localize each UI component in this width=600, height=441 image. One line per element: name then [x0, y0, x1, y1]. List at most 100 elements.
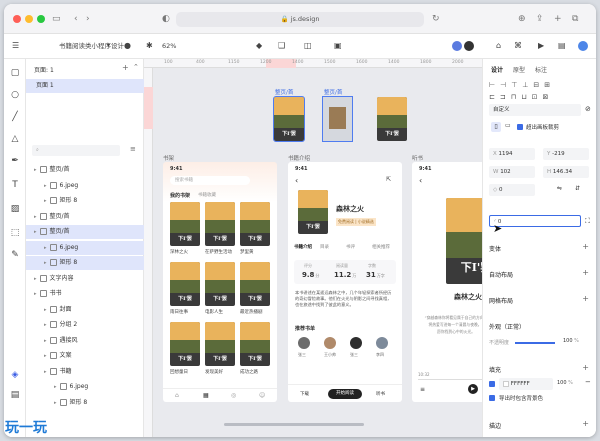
layer-row[interactable]: ▸ 6.jpeg [26, 179, 144, 193]
tab-prototype[interactable]: 原型 [513, 65, 525, 74]
new-tab-icon[interactable]: + [554, 12, 562, 26]
assets-panel-icon[interactable]: ▤ [9, 389, 21, 401]
text-tool-icon[interactable]: T [9, 179, 21, 191]
expand-arrow-icon[interactable]: ▸ [34, 214, 37, 220]
shelf-book-cover[interactable]: 下I'罢 [240, 262, 270, 306]
expand-arrow-icon[interactable]: ▸ [44, 260, 47, 266]
x-field[interactable]: X 1194 [489, 148, 535, 160]
audio-back-icon[interactable]: ‹ [419, 176, 422, 185]
shelf-book-cover[interactable]: 下I'罢 [240, 322, 270, 366]
layer-row[interactable]: ▸ 整页/首 [26, 210, 144, 224]
brush-tool-icon[interactable]: ✎ [9, 249, 21, 261]
device-phone-icon[interactable]: ▯ [491, 122, 501, 132]
frame-icon[interactable]: ▣ [334, 39, 342, 53]
add-variant-icon[interactable]: + [582, 242, 589, 251]
layer-row[interactable]: ▸ 遇接风 [26, 334, 144, 348]
layer-row[interactable]: ▸ 文字内容 [26, 272, 144, 286]
shelf-book-cover[interactable]: 下I'罢 [170, 262, 200, 306]
reader-avatar[interactable] [350, 337, 362, 349]
shelf-book-cover[interactable]: 下I'罢 [205, 202, 235, 246]
pen-tool-icon[interactable]: ✒ [9, 155, 21, 167]
shelf-book-cover[interactable]: 下I'罢 [240, 202, 270, 246]
expand-arrow-icon[interactable]: ▸ [44, 183, 47, 189]
shelf-tab-mine[interactable]: 我的书架 [170, 192, 190, 199]
tab-shelf-icon[interactable]: ▦ [203, 392, 209, 399]
detail-tab[interactable]: 目录 [320, 244, 329, 250]
fill-visible-checkbox[interactable] [489, 381, 495, 387]
layer-row[interactable]: ▸ 6.jpeg [26, 380, 144, 394]
slice-tool-icon[interactable]: ⬚ [9, 227, 21, 239]
detail-tab[interactable]: 书评 [346, 244, 355, 250]
audio-play-icon[interactable]: ▶ [468, 384, 478, 394]
thumb-cover-2[interactable]: 下I'罢 [377, 97, 407, 141]
layer-row[interactable]: ▸ 文案 [26, 349, 144, 363]
tabs-overview-icon[interactable]: ⧉ [572, 12, 578, 26]
shelf-search[interactable]: 搜索书籍 [170, 176, 250, 185]
h-field[interactable]: H 146.34 [543, 166, 589, 178]
polygon-tool-icon[interactable]: △ [9, 133, 21, 145]
add-page-icon[interactable]: + [122, 63, 129, 72]
collapse-icon[interactable]: ⌃ [133, 63, 139, 71]
radius-field[interactable]: ◜ 0 [489, 215, 581, 227]
share-icon[interactable]: ⇪ [536, 12, 544, 26]
layer-row[interactable]: ▸ 书籍 [26, 365, 144, 379]
forward-icon[interactable]: › [86, 12, 90, 26]
boolean-icon[interactable]: ◫ [304, 39, 312, 53]
title-dropdown-icon[interactable]: ▾ [107, 39, 110, 53]
flip-h-icon[interactable]: ⇋ [557, 185, 562, 192]
export-icon[interactable]: ▤ [558, 39, 566, 53]
radius-detail-icon[interactable]: ⛶ [585, 217, 590, 226]
reader-avatar[interactable] [376, 337, 388, 349]
clip-checkbox[interactable] [517, 124, 523, 130]
avatar-1[interactable] [452, 41, 462, 51]
settings-icon[interactable]: ✱ [146, 39, 153, 53]
canvas[interactable]: 100 400 1150 1200 1400 1500 1600 1400 1800 2000 整… [144, 59, 482, 437]
tab-me-icon[interactable]: ☺ [259, 392, 265, 399]
shelf-book-cover[interactable]: 下I'罢 [170, 322, 200, 366]
detail-tab[interactable]: 相关推荐 [372, 244, 390, 250]
rotation-field[interactable]: ◇ 0 [489, 184, 535, 196]
reader-avatar[interactable] [324, 337, 336, 349]
add-fill-icon[interactable]: + [582, 363, 589, 372]
tab-home-icon[interactable]: ⌂ [175, 392, 179, 399]
flip-v-icon[interactable]: ⇵ [575, 185, 580, 192]
remove-fill-icon[interactable]: − [585, 378, 591, 386]
layer-row[interactable]: ▸ 矩形 8 [26, 194, 144, 208]
layer-row[interactable]: ▸ 矩形 8 [26, 396, 144, 410]
style-select[interactable]: 自定义 [489, 104, 581, 116]
add-stroke-icon[interactable]: + [582, 419, 589, 428]
opacity-value[interactable]: 100 % [563, 338, 579, 344]
detail-tab[interactable]: 书籍介绍 [294, 244, 312, 250]
reader-avatar[interactable] [298, 337, 310, 349]
back-icon[interactable]: ‹ [74, 12, 78, 26]
download-icon[interactable]: ⊕ [518, 12, 526, 26]
w-field[interactable]: W 102 [489, 166, 535, 178]
download-button[interactable]: 下载 [300, 391, 309, 397]
tab-discover-icon[interactable]: ◎ [231, 392, 236, 399]
share-icon-2[interactable]: ⇱ [386, 176, 391, 183]
expand-arrow-icon[interactable]: ▸ [44, 338, 47, 344]
back-arrow-icon[interactable]: ‹ [295, 176, 298, 185]
layer-row[interactable]: ▸ 整页/首 [26, 163, 144, 177]
sidebar-toggle-icon[interactable]: ▭ [52, 12, 61, 26]
address-bar[interactable]: 🔒 js.design [176, 12, 424, 27]
frame-bookshelf[interactable]: 9:41 搜索书籍 我的书架 书籍收藏 ⌂ ▦ ◎ ☺ 下I'罢 深林之火 下I'罢… [163, 162, 277, 402]
page-item[interactable]: 页面 1 [26, 79, 144, 93]
device-tablet-icon[interactable]: ▭ [505, 122, 511, 129]
listen-button[interactable]: 听书 [376, 391, 385, 397]
shelf-book-cover[interactable]: 下I'罢 [205, 322, 235, 366]
fill-color-field[interactable]: FFFFFF [499, 378, 553, 390]
library-icon[interactable]: ⌂ [496, 39, 501, 53]
expand-arrow-icon[interactable]: ▸ [44, 307, 47, 313]
maximize-dot[interactable] [37, 15, 45, 23]
thumb-cover-1[interactable]: 下I'罢 [273, 96, 305, 142]
avatar-2[interactable] [464, 41, 474, 51]
layer-row[interactable]: ▸ 书书 [26, 287, 144, 301]
user-avatar[interactable] [578, 41, 588, 51]
layer-row[interactable]: ▸ 封面 [26, 303, 144, 317]
expand-arrow-icon[interactable]: ▸ [34, 276, 37, 282]
expand-arrow-icon[interactable]: ▸ [54, 400, 57, 406]
layer-row[interactable]: ▸ 6.jpeg [26, 240, 144, 255]
expand-arrow-icon[interactable]: ▸ [44, 369, 47, 375]
ellipse-tool-icon[interactable]: ○ [9, 89, 21, 101]
